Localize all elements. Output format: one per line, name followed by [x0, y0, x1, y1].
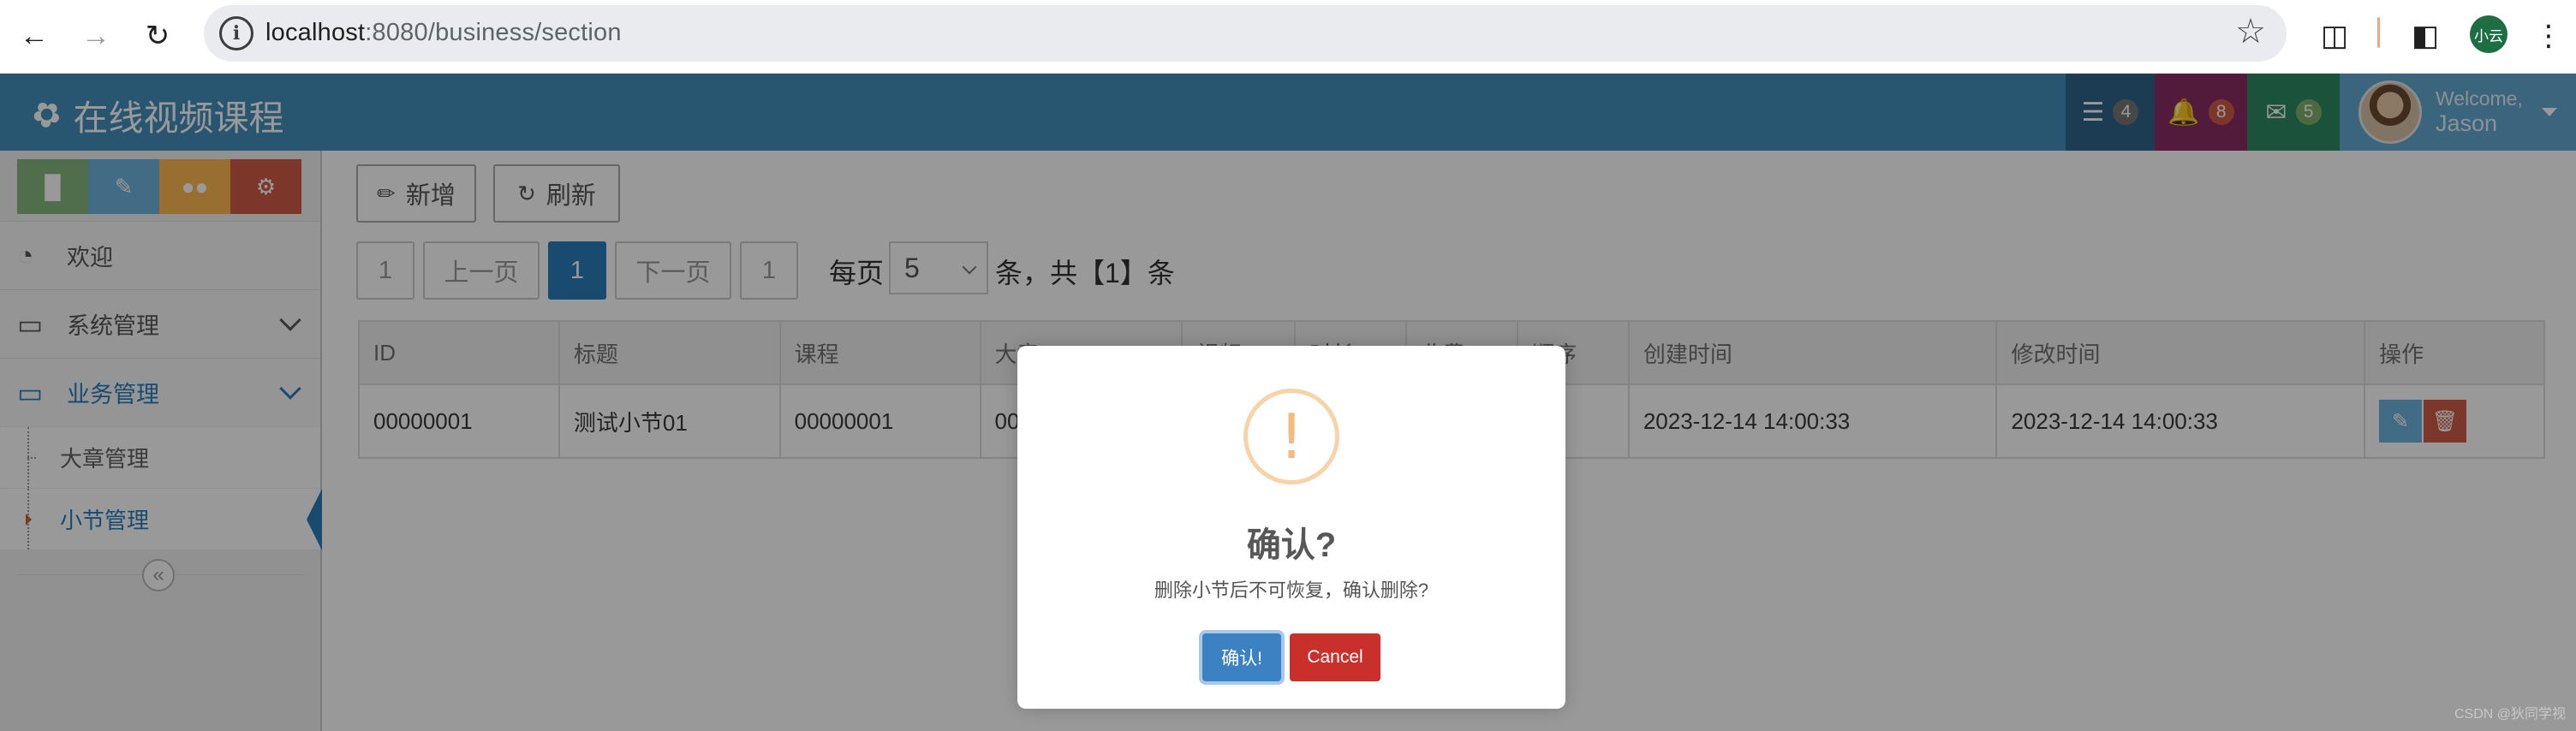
url-text[interactable]: localhost:8080/business/section: [265, 19, 622, 47]
extensions-icon[interactable]: ◫: [2312, 14, 2357, 58]
confirm-dialog: ! 确认? 删除小节后不可恢复，确认删除? 确认! Cancel: [1017, 346, 1565, 709]
side-panel-icon[interactable]: ◧: [2403, 14, 2448, 58]
back-arrow-icon[interactable]: ←: [10, 12, 58, 60]
menu-dots-icon[interactable]: ⋮: [2526, 14, 2571, 58]
watermark: CSDN @狄同学视: [2454, 707, 2566, 722]
bookmark-star-icon[interactable]: ☆: [2235, 12, 2266, 51]
reload-icon[interactable]: ↻: [134, 12, 182, 60]
site-info-icon[interactable]: i: [219, 16, 253, 51]
profile-avatar[interactable]: 小云: [2470, 15, 2507, 53]
warning-icon: !: [1243, 389, 1339, 484]
address-bar[interactable]: i localhost:8080/business/section ☆: [204, 5, 2287, 62]
browser-toolbar: ← → ↻ i localhost:8080/business/section …: [0, 0, 2576, 74]
toolbar-separator: [2377, 17, 2380, 48]
dialog-message: 删除小节后不可恢复，确认删除?: [1154, 579, 1429, 601]
app-root: ← → ↻ i localhost:8080/business/section …: [0, 0, 2576, 731]
url-host: localhost: [265, 19, 366, 46]
cancel-button[interactable]: Cancel: [1290, 633, 1380, 681]
url-path: :8080/business/section: [365, 19, 622, 46]
confirm-button[interactable]: 确认!: [1202, 633, 1281, 681]
forward-arrow-icon[interactable]: →: [72, 12, 120, 60]
dialog-title: 确认?: [1246, 526, 1337, 564]
